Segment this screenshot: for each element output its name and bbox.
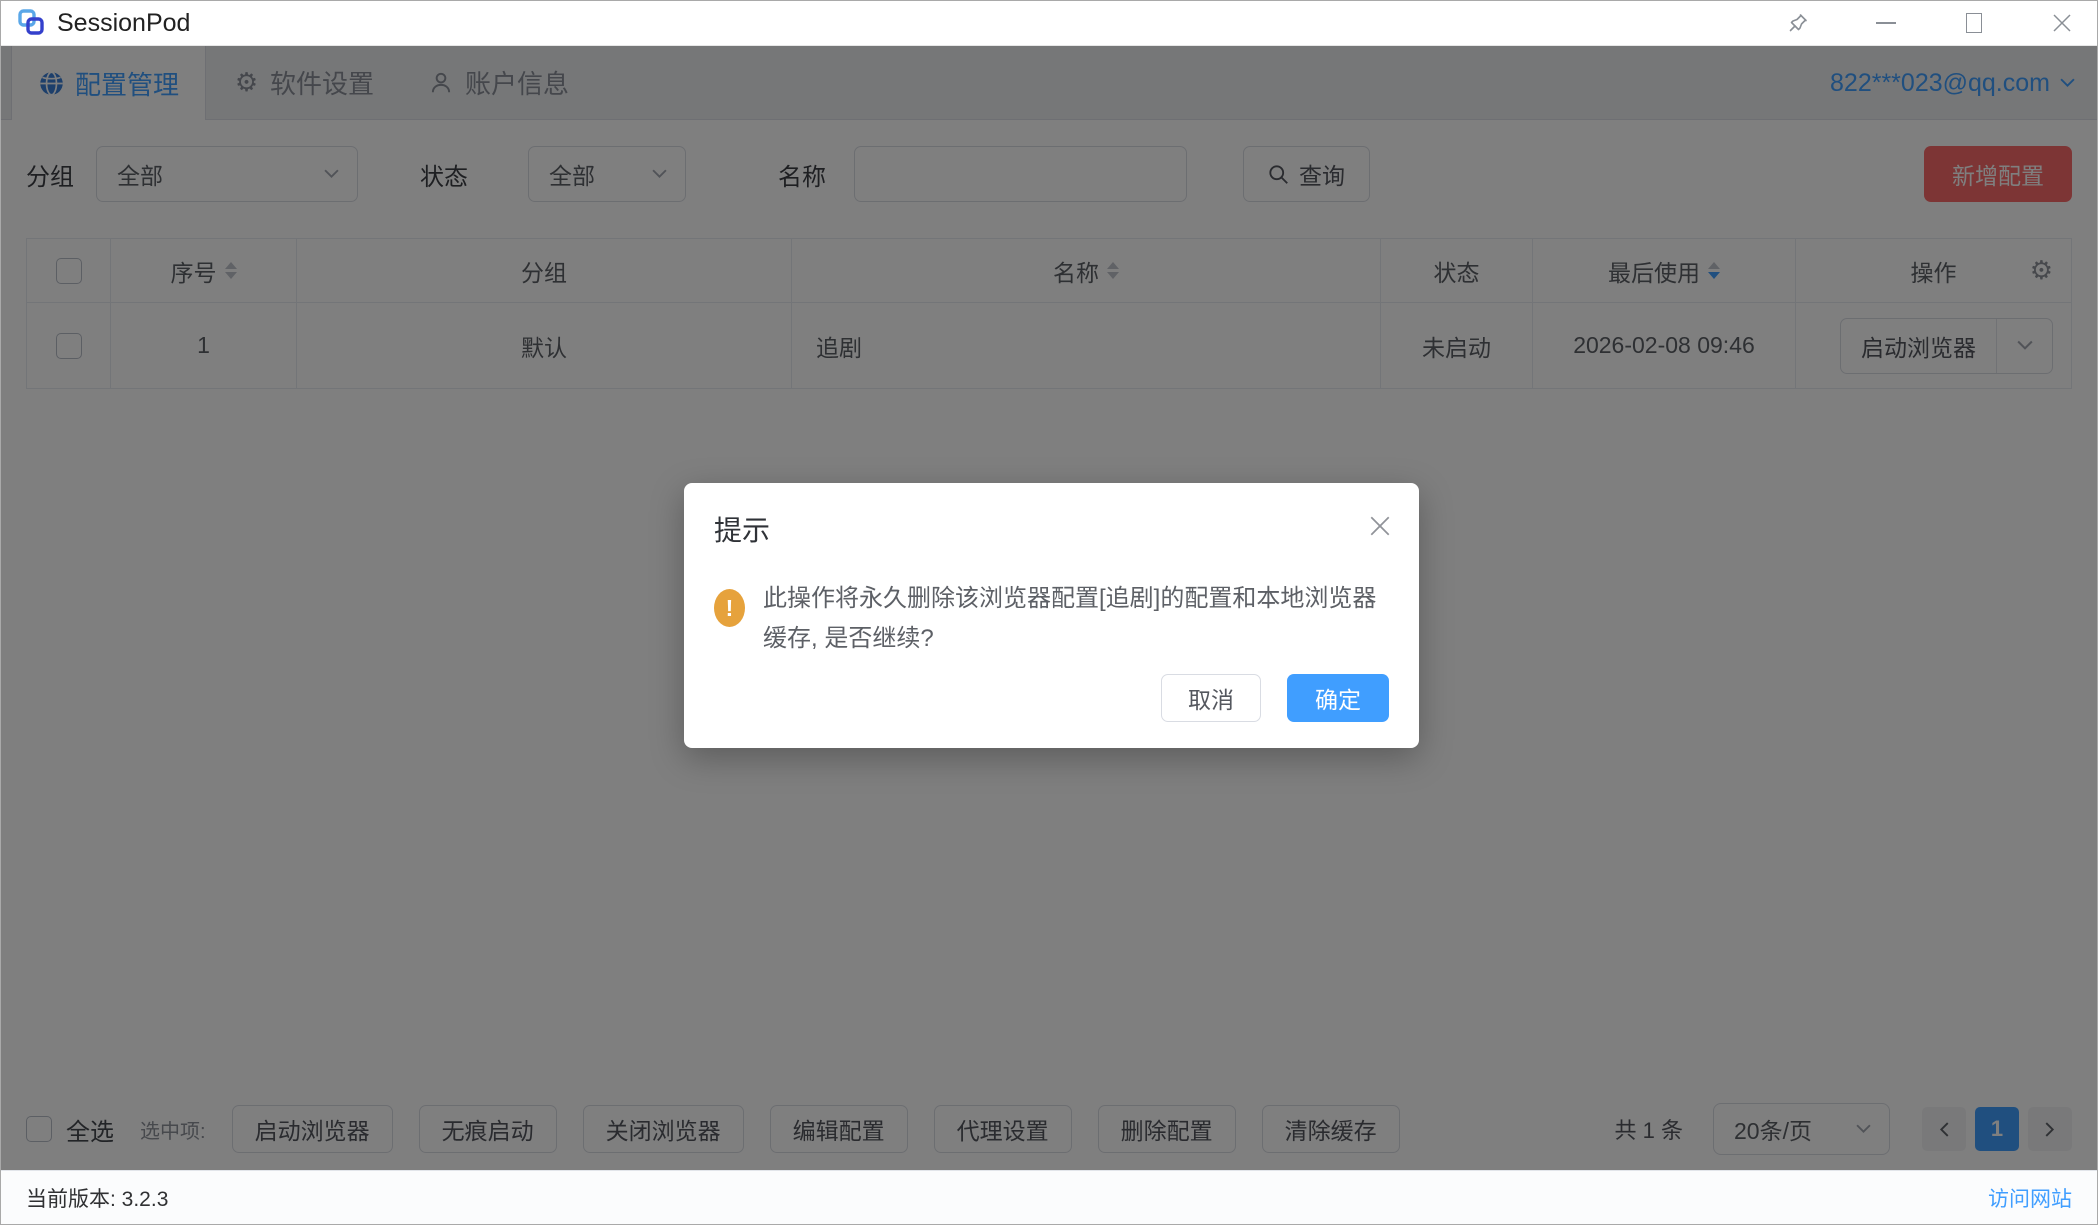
app-logo-icon [17, 8, 47, 38]
app-window: SessionPod [0, 0, 2098, 1225]
app-title: SessionPod [57, 9, 190, 38]
dialog-title: 提示 [714, 509, 1389, 549]
dialog-actions: 取消 确定 [1161, 674, 1389, 722]
close-button[interactable] [2049, 10, 2075, 36]
dialog-message: 此操作将永久删除该浏览器配置[追剧]的配置和本地浏览器缓存, 是否继续? [763, 579, 1389, 659]
minimize-button[interactable] [1873, 10, 1899, 36]
version-text: 当前版本: 3.2.3 [26, 1183, 168, 1213]
confirm-delete-dialog: 提示 ! 此操作将永久删除该浏览器配置[追剧]的配置和本地浏览器缓存, 是否继续… [684, 483, 1419, 748]
titlebar: SessionPod [1, 1, 2097, 46]
maximize-button[interactable] [1961, 10, 1987, 36]
dialog-close-icon[interactable] [1367, 513, 1393, 539]
visit-website-link[interactable]: 访问网站 [1988, 1183, 2072, 1213]
cancel-button[interactable]: 取消 [1161, 674, 1261, 722]
confirm-button[interactable]: 确定 [1287, 674, 1389, 722]
window-controls [1785, 10, 2075, 36]
status-footer: 当前版本: 3.2.3 访问网站 [1, 1170, 2097, 1224]
pin-icon[interactable] [1785, 10, 1811, 36]
warning-icon: ! [714, 589, 745, 627]
dialog-body: ! 此操作将永久删除该浏览器配置[追剧]的配置和本地浏览器缓存, 是否继续? [714, 579, 1389, 659]
